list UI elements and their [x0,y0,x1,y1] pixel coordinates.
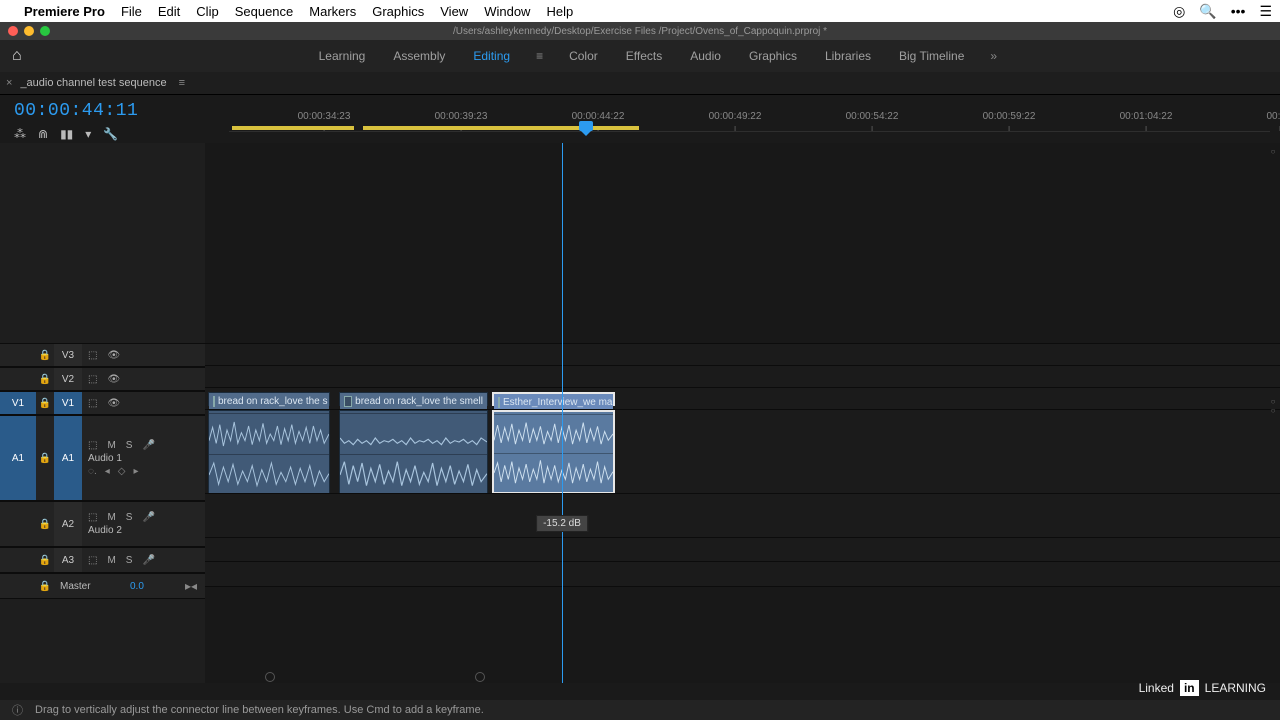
track-header-v1[interactable]: V1🔒V1 ⬚👁 [0,391,205,415]
track-header-a1[interactable]: A1🔒A1 ⬚MS🎤 Audio 1 ◌.◂◇▸ [0,415,205,501]
ruler-tick: 00:01:04:22 [1120,111,1173,122]
lane-v2[interactable] [205,365,1280,389]
panel-close-icon[interactable]: × [6,77,12,89]
ws-assembly[interactable]: Assembly [391,47,447,65]
audio-clip[interactable] [339,410,488,494]
playhead-line[interactable] [562,143,563,683]
search-icon[interactable]: 🔍 [1199,3,1216,20]
lane-v3[interactable] [205,343,1280,367]
linkedin-learning-badge: LinkedinLEARNING [1139,680,1266,696]
ws-learning[interactable]: Learning [317,47,368,65]
menu-extra-icon[interactable]: ••• [1231,3,1246,19]
ruler-tick: 00:00:59:22 [983,111,1036,122]
lane-a2[interactable] [205,493,1280,539]
zoom-window-button[interactable] [40,26,50,36]
ws-editing-menu-icon[interactable]: ≡ [536,49,543,63]
track-name: Audio 2 [88,525,199,536]
v-scroll-top[interactable]: ○ [1268,147,1278,156]
marker-icon[interactable]: ▮▮ [60,127,73,141]
ws-graphics[interactable]: Graphics [747,47,799,65]
lane-master[interactable] [205,561,1280,587]
timeline-panel-tabs: × _audio channel test sequence ≡ [0,72,1280,95]
playhead-handle[interactable] [579,121,593,131]
app-name[interactable]: Premiere Pro [24,4,105,19]
window-titlebar: /Users/ashleykennedy/Desktop/Exercise Fi… [0,22,1280,40]
workspace-bar: ⌂ Learning Assembly Editing ≡ Color Effe… [0,40,1280,72]
time-ruler[interactable]: 00:00:34:23 00:00:39:23 00:00:44:22 00:0… [229,95,1280,135]
audio-clip[interactable] [208,410,330,494]
menu-clip[interactable]: Clip [196,4,218,19]
playhead-timecode[interactable]: 00:00:44:11 [14,101,219,121]
home-icon[interactable]: ⌂ [12,47,22,65]
track-name: Audio 1 [88,453,199,464]
panel-menu-icon[interactable]: ≡ [179,77,185,89]
ws-effects[interactable]: Effects [624,47,664,65]
menu-window[interactable]: Window [484,4,530,19]
video-clip[interactable]: bread on rack_love the smell [339,392,488,406]
master-collapse-icon[interactable]: ▸◂ [185,579,197,593]
close-window-button[interactable] [8,26,18,36]
h-scroll-handle[interactable] [265,672,275,682]
video-clip-selected[interactable]: Esther_Interview_we ma [492,392,615,406]
db-tooltip: -15.2 dB [536,515,588,532]
status-hint: Drag to vertically adjust the connector … [35,704,484,716]
video-clip[interactable]: bread on rack_love the s [208,392,330,406]
ws-editing[interactable]: Editing [471,47,512,65]
menu-graphics[interactable]: Graphics [372,4,424,19]
ruler-tick: 00:00:34:23 [298,111,351,122]
ws-libraries[interactable]: Libraries [823,47,873,65]
menu-markers[interactable]: Markers [309,4,356,19]
mac-menubar: Premiere Pro File Edit Clip Sequence Mar… [0,0,1280,22]
minimize-window-button[interactable] [24,26,34,36]
audio-clip-selected[interactable] [492,410,615,494]
lane-a1[interactable] [205,409,1280,495]
menu-edit[interactable]: Edit [158,4,180,19]
sequence-tab[interactable]: _audio channel test sequence [20,77,166,89]
linked-sel-icon[interactable]: ⋒ [38,127,48,141]
ws-overflow-icon[interactable]: » [990,49,997,63]
snap-icon[interactable]: ⁂ [14,127,26,141]
work-area-bar[interactable] [363,126,639,130]
h-scroll-handle[interactable] [475,672,485,682]
fx-badge-icon [498,397,500,408]
track-header-a3[interactable]: 🔒A3 ⬚MS🎤 [0,547,205,573]
v-scroll-mid[interactable]: ○○ [1268,397,1278,415]
status-bar: ⓘ Drag to vertically adjust the connecto… [0,700,1280,720]
ws-color[interactable]: Color [567,47,600,65]
settings-icon[interactable]: ▾ [85,127,91,141]
menu-help[interactable]: Help [546,4,573,19]
ws-audio[interactable]: Audio [688,47,723,65]
sequence-header: 00:00:44:11 ⁂ ⋒ ▮▮ ▾ 🔧 00:00:34:23 00:00… [0,95,1280,143]
menu-sequence[interactable]: Sequence [235,4,294,19]
track-header-v3[interactable]: 🔒V3 ⬚👁 [0,343,205,367]
track-header-v2[interactable]: 🔒V2 ⬚👁 [0,367,205,391]
wrench-icon[interactable]: 🔧 [103,127,118,141]
menu-file[interactable]: File [121,4,142,19]
fx-badge-icon [344,396,352,407]
cc-icon[interactable]: ◎ [1173,3,1185,20]
ruler-tick: 00:00:49:22 [709,111,762,122]
work-area-bar[interactable] [232,126,354,130]
menu-view[interactable]: View [440,4,468,19]
master-value[interactable]: 0.0 [130,581,144,592]
track-header-a2[interactable]: 🔒A2 ⬚MS🎤 Audio 2 [0,501,205,547]
timeline-body: 🔒V3 ⬚👁 🔒V2 ⬚👁 V1🔒V1 ⬚👁 A1🔒A1 ⬚MS🎤 Audio … [0,143,1280,683]
ruler-tick: 00:01 [1266,111,1280,122]
track-area[interactable]: bread on rack_love the s bread on rack_l… [205,143,1280,683]
track-header-master[interactable]: 🔒 Master 0.0 ▸◂ [0,573,205,599]
info-icon: ⓘ [12,702,23,718]
ruler-tick: 00:00:39:23 [435,111,488,122]
ws-bigtimeline[interactable]: Big Timeline [897,47,966,65]
master-label: Master [54,581,110,592]
project-path: /Users/ashleykennedy/Desktop/Exercise Fi… [453,26,827,37]
fx-badge-icon [213,396,215,407]
ruler-tick: 00:00:54:22 [846,111,899,122]
list-icon[interactable]: ☰ [1259,3,1272,20]
lane-a3[interactable] [205,537,1280,563]
lane-v1[interactable]: bread on rack_love the s bread on rack_l… [205,387,1280,411]
track-headers: 🔒V3 ⬚👁 🔒V2 ⬚👁 V1🔒V1 ⬚👁 A1🔒A1 ⬚MS🎤 Audio … [0,143,205,683]
